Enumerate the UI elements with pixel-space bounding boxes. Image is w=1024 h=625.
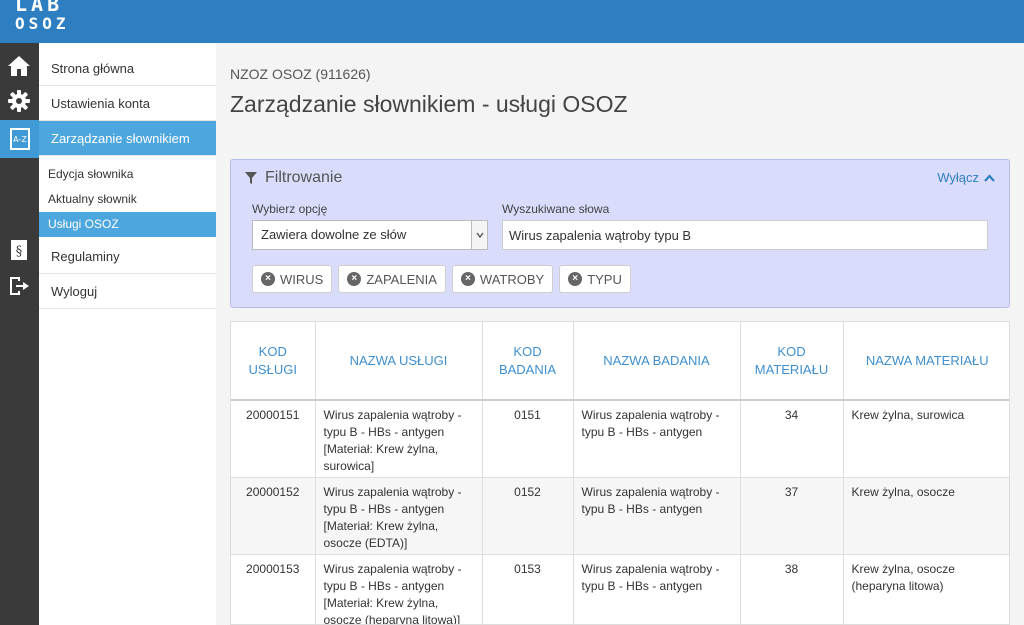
- sidebar-item-logout[interactable]: Wyloguj: [39, 274, 216, 309]
- search-tag[interactable]: × ZAPALENIA: [338, 265, 446, 293]
- gear-icon[interactable]: [4, 86, 34, 116]
- tag-list: × WIRUS × ZAPALENIA × WATROBY × TYPU: [252, 265, 631, 293]
- cell-service-name: Wirus zapalenia wątroby - typu B - HBs -…: [315, 477, 483, 555]
- option-label: Wybierz opcję: [252, 202, 328, 216]
- cell-service-code: 20000152: [231, 477, 316, 555]
- top-bar: LAB OSOZ: [0, 0, 1024, 43]
- sidebar: Strona główna Ustawienia konta Zarządzan…: [39, 43, 216, 625]
- cell-material-name: Krew żylna, osocze: [843, 477, 1009, 555]
- cell-test-code: 0152: [482, 477, 574, 555]
- logo-bottom: OSOZ: [15, 14, 70, 33]
- tag-label: ZAPALENIA: [366, 271, 437, 287]
- sidebar-subitem-edit-dictionary[interactable]: Edycja słownika: [39, 162, 216, 187]
- tag-label: WATROBY: [479, 271, 545, 287]
- search-input[interactable]: [502, 220, 988, 250]
- cell-service-name: Wirus zapalenia wątroby - typu B - HBs -…: [315, 554, 483, 624]
- column-header-material-name[interactable]: NAZWA MATERIAŁU: [843, 322, 1009, 401]
- sidebar-item-regulations[interactable]: Regulaminy: [39, 239, 216, 274]
- column-header-service-code[interactable]: KOD USŁUGI: [231, 322, 316, 401]
- main-content: NZOZ OSOZ (911626) Zarządzanie słownikie…: [216, 43, 1024, 625]
- search-tag[interactable]: × TYPU: [559, 265, 631, 293]
- cell-test-code: 0151: [482, 400, 574, 478]
- services-table: KOD USŁUGI NAZWA USŁUGI KOD BADANIA NAZW…: [231, 322, 1009, 624]
- services-table-container: KOD USŁUGI NAZWA USŁUGI KOD BADANIA NAZW…: [230, 321, 1010, 625]
- regulations-paragraph-icon[interactable]: §: [4, 235, 34, 265]
- option-select-value: Zawiera dowolne ze słów: [261, 227, 407, 242]
- tag-remove-icon[interactable]: ×: [347, 272, 362, 286]
- table-row[interactable]: 20000151 Wirus zapalenia wątroby - typu …: [231, 400, 1009, 478]
- logout-icon[interactable]: [4, 271, 34, 301]
- logo-top: LAB: [15, 0, 64, 16]
- table-row[interactable]: 20000153 Wirus zapalenia wątroby - typu …: [231, 554, 1009, 624]
- cell-service-code: 20000151: [231, 400, 316, 478]
- cell-material-code: 34: [740, 400, 844, 478]
- filter-toggle-button[interactable]: Wyłącz: [937, 170, 995, 185]
- table-row[interactable]: 20000152 Wirus zapalenia wątroby - typu …: [231, 477, 1009, 555]
- sidebar-item-home[interactable]: Strona główna: [39, 51, 216, 86]
- cell-test-name: Wirus zapalenia wątroby - typu B - HBs -…: [573, 477, 741, 555]
- tag-remove-icon[interactable]: ×: [261, 272, 275, 286]
- cell-test-code: 0153: [482, 554, 574, 624]
- tag-label: WIRUS: [280, 271, 324, 287]
- cell-material-name: Krew żylna, osocze (heparyna litowa): [843, 554, 1009, 624]
- icon-bar: A-Z §: [0, 43, 39, 625]
- filter-funnel-icon: [245, 172, 257, 184]
- select-arrow-icon[interactable]: [471, 221, 487, 249]
- svg-text:A-Z: A-Z: [13, 135, 27, 144]
- tag-label: TYPU: [587, 271, 622, 287]
- sidebar-subitem-current-dictionary[interactable]: Aktualny słownik: [39, 187, 216, 212]
- tag-remove-icon[interactable]: ×: [568, 272, 583, 286]
- search-tag[interactable]: × WIRUS: [252, 265, 333, 293]
- filter-toggle-label: Wyłącz: [937, 170, 979, 185]
- cell-service-name: Wirus zapalenia wątroby - typu B - HBs -…: [315, 400, 483, 478]
- cell-test-name: Wirus zapalenia wątroby - typu B - HBs -…: [573, 554, 741, 624]
- tag-remove-icon[interactable]: ×: [460, 272, 475, 286]
- filter-panel: Filtrowanie Wyłącz Wybierz opcję Zawiera…: [230, 159, 1010, 308]
- filter-header[interactable]: Filtrowanie: [245, 169, 342, 187]
- home-icon[interactable]: [4, 51, 34, 81]
- chevron-up-icon: [984, 173, 995, 182]
- organization-label: NZOZ OSOZ (911626): [230, 66, 371, 82]
- column-header-test-code[interactable]: KOD BADANIA: [482, 322, 574, 401]
- sidebar-subitem-osoz-services[interactable]: Usługi OSOZ: [39, 212, 216, 237]
- column-header-material-code[interactable]: KOD MATERIAŁU: [740, 322, 844, 401]
- cell-material-name: Krew żylna, surowica: [843, 400, 1009, 478]
- svg-text:§: §: [16, 244, 23, 259]
- search-tag[interactable]: × WATROBY: [451, 265, 554, 293]
- table-header-row: KOD USŁUGI NAZWA USŁUGI KOD BADANIA NAZW…: [231, 322, 1009, 401]
- cell-service-code: 20000153: [231, 554, 316, 624]
- sidebar-item-account-settings[interactable]: Ustawienia konta: [39, 86, 216, 121]
- column-header-service-name[interactable]: NAZWA USŁUGI: [315, 322, 483, 401]
- option-select[interactable]: Zawiera dowolne ze słów: [252, 220, 488, 250]
- page-title: Zarządzanie słownikiem - usługi OSOZ: [230, 91, 628, 117]
- cell-test-name: Wirus zapalenia wątroby - typu B - HBs -…: [573, 400, 741, 478]
- filter-title: Filtrowanie: [265, 169, 343, 186]
- logo[interactable]: LAB OSOZ: [15, 0, 70, 32]
- cell-material-code: 37: [740, 477, 844, 555]
- sidebar-item-dictionary-management[interactable]: Zarządzanie słownikiem: [39, 121, 216, 156]
- cell-material-code: 38: [740, 554, 844, 624]
- dictionary-az-icon[interactable]: A-Z: [0, 120, 39, 158]
- search-label: Wyszukiwane słowa: [502, 202, 610, 216]
- column-header-test-name[interactable]: NAZWA BADANIA: [573, 322, 741, 401]
